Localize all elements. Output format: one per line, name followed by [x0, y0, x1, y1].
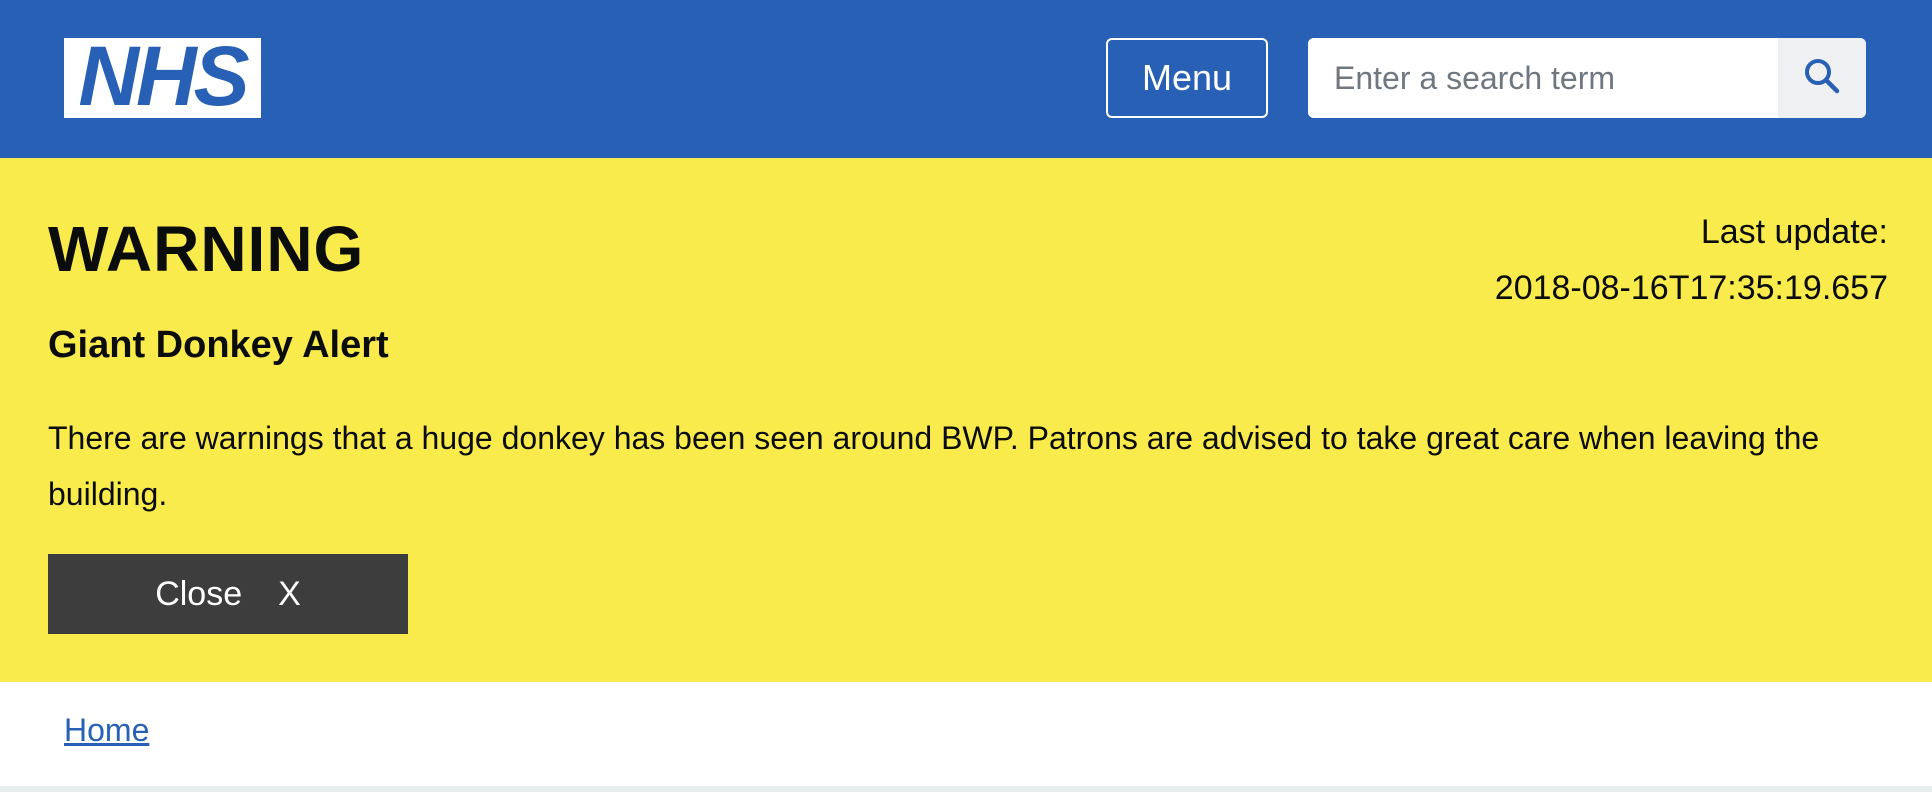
divider: [0, 786, 1932, 792]
search-icon: [1802, 56, 1842, 101]
close-button-label: Close: [155, 574, 243, 613]
nhs-logo[interactable]: NHS: [64, 34, 261, 118]
last-update-timestamp: 2018-08-16T17:35:19.657: [1494, 269, 1888, 307]
menu-button[interactable]: Menu: [1106, 38, 1268, 118]
close-alert-button[interactable]: Close X: [48, 554, 408, 634]
close-icon: X: [278, 574, 301, 613]
alert-message: There are warnings that a huge donkey ha…: [48, 420, 1820, 512]
warning-alert-banner: WARNING Last update: 2018-08-16T17:35:19…: [0, 158, 1932, 682]
search-button[interactable]: [1778, 38, 1866, 118]
last-update-label: Last update:: [1700, 213, 1888, 251]
alert-subtitle: Giant Donkey Alert: [48, 324, 389, 366]
last-update: Last update: 2018-08-16T17:35:19.657: [1495, 204, 1888, 316]
nhs-logo-text: NHS: [78, 29, 249, 123]
alert-title: WARNING: [48, 213, 365, 285]
breadcrumb-home-link[interactable]: Home: [64, 712, 149, 748]
search-form: [1308, 38, 1866, 118]
breadcrumb: Home: [64, 712, 149, 749]
search-input[interactable]: [1308, 38, 1778, 118]
site-header: NHS Menu: [0, 0, 1932, 158]
